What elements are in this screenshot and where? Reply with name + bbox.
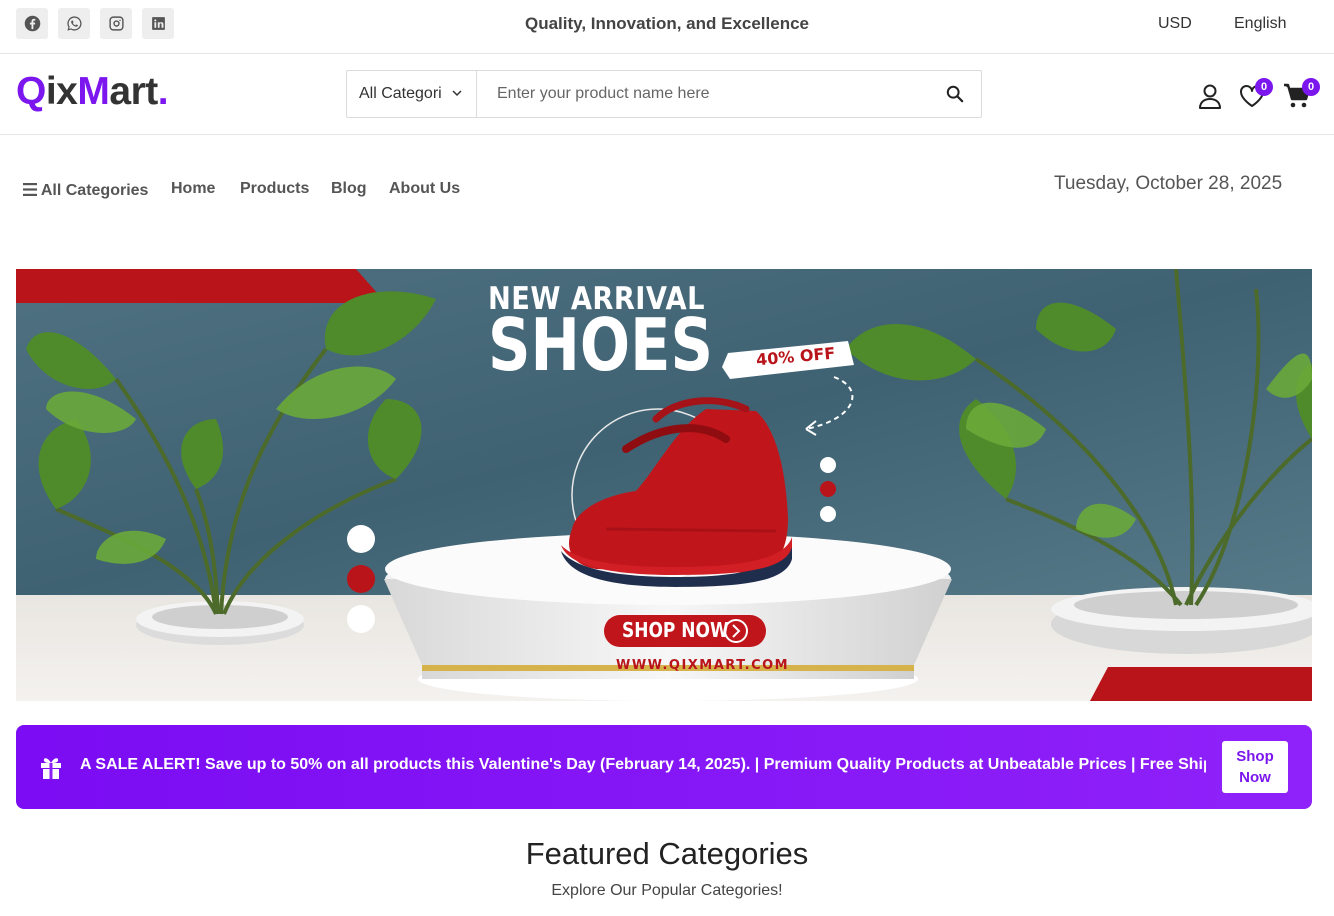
- featured-categories-title: Featured Categories: [525, 836, 809, 871]
- nav-about-us[interactable]: About Us: [389, 180, 460, 198]
- all-categories-menu[interactable]: All Categories: [23, 182, 148, 200]
- banner-headline-large: SHOES: [488, 303, 713, 387]
- chevron-down-icon: [452, 90, 462, 97]
- promo-ticker-text: A SALE ALERT! Save up to 50% on all prod…: [80, 756, 1206, 773]
- nav-products[interactable]: Products: [240, 180, 309, 198]
- language-selector[interactable]: English: [1234, 15, 1286, 33]
- site-logo[interactable]: QixMart.: [16, 72, 169, 111]
- banner-url: WWW.QIXMART.COM: [616, 658, 790, 673]
- search-icon: [946, 85, 964, 103]
- featured-categories-subtitle: Explore Our Popular Categories!: [551, 882, 783, 899]
- cart-count-badge: 0: [1302, 78, 1320, 96]
- promo-ticker: A SALE ALERT! Save up to 50% on all prod…: [80, 725, 1206, 809]
- current-date: Tuesday, October 28, 2025: [1054, 173, 1283, 194]
- nav-blog[interactable]: Blog: [331, 180, 367, 198]
- top-bar: Quality, Innovation, and Excellence USD …: [0, 0, 1334, 54]
- gift-icon: [41, 758, 61, 779]
- hero-banner[interactable]: NEW ARRIVAL SHOES 40% OFF SHOP NOW WWW.Q…: [16, 269, 1312, 701]
- search-bar: All Categories: [346, 70, 982, 118]
- nav-home[interactable]: Home: [171, 180, 215, 198]
- promo-announcement-bar: A SALE ALERT! Save up to 50% on all prod…: [16, 725, 1312, 809]
- hamburger-menu-icon: [23, 183, 37, 196]
- currency-selector[interactable]: USD: [1158, 15, 1192, 33]
- wishlist-count-badge: 0: [1255, 78, 1273, 96]
- user-account-icon[interactable]: [1196, 82, 1224, 110]
- site-tagline: Quality, Innovation, and Excellence: [524, 14, 810, 33]
- promo-shop-now-button[interactable]: Shop Now: [1222, 741, 1288, 793]
- main-nav: All Categories Home Products Blog About …: [0, 135, 1334, 245]
- category-dropdown[interactable]: All Categories: [347, 71, 477, 117]
- banner-shop-now-label: SHOP NOW: [622, 618, 729, 642]
- main-header: QixMart. All Categories 0 0: [0, 54, 1334, 135]
- search-input[interactable]: [477, 71, 929, 117]
- search-button[interactable]: [929, 71, 981, 117]
